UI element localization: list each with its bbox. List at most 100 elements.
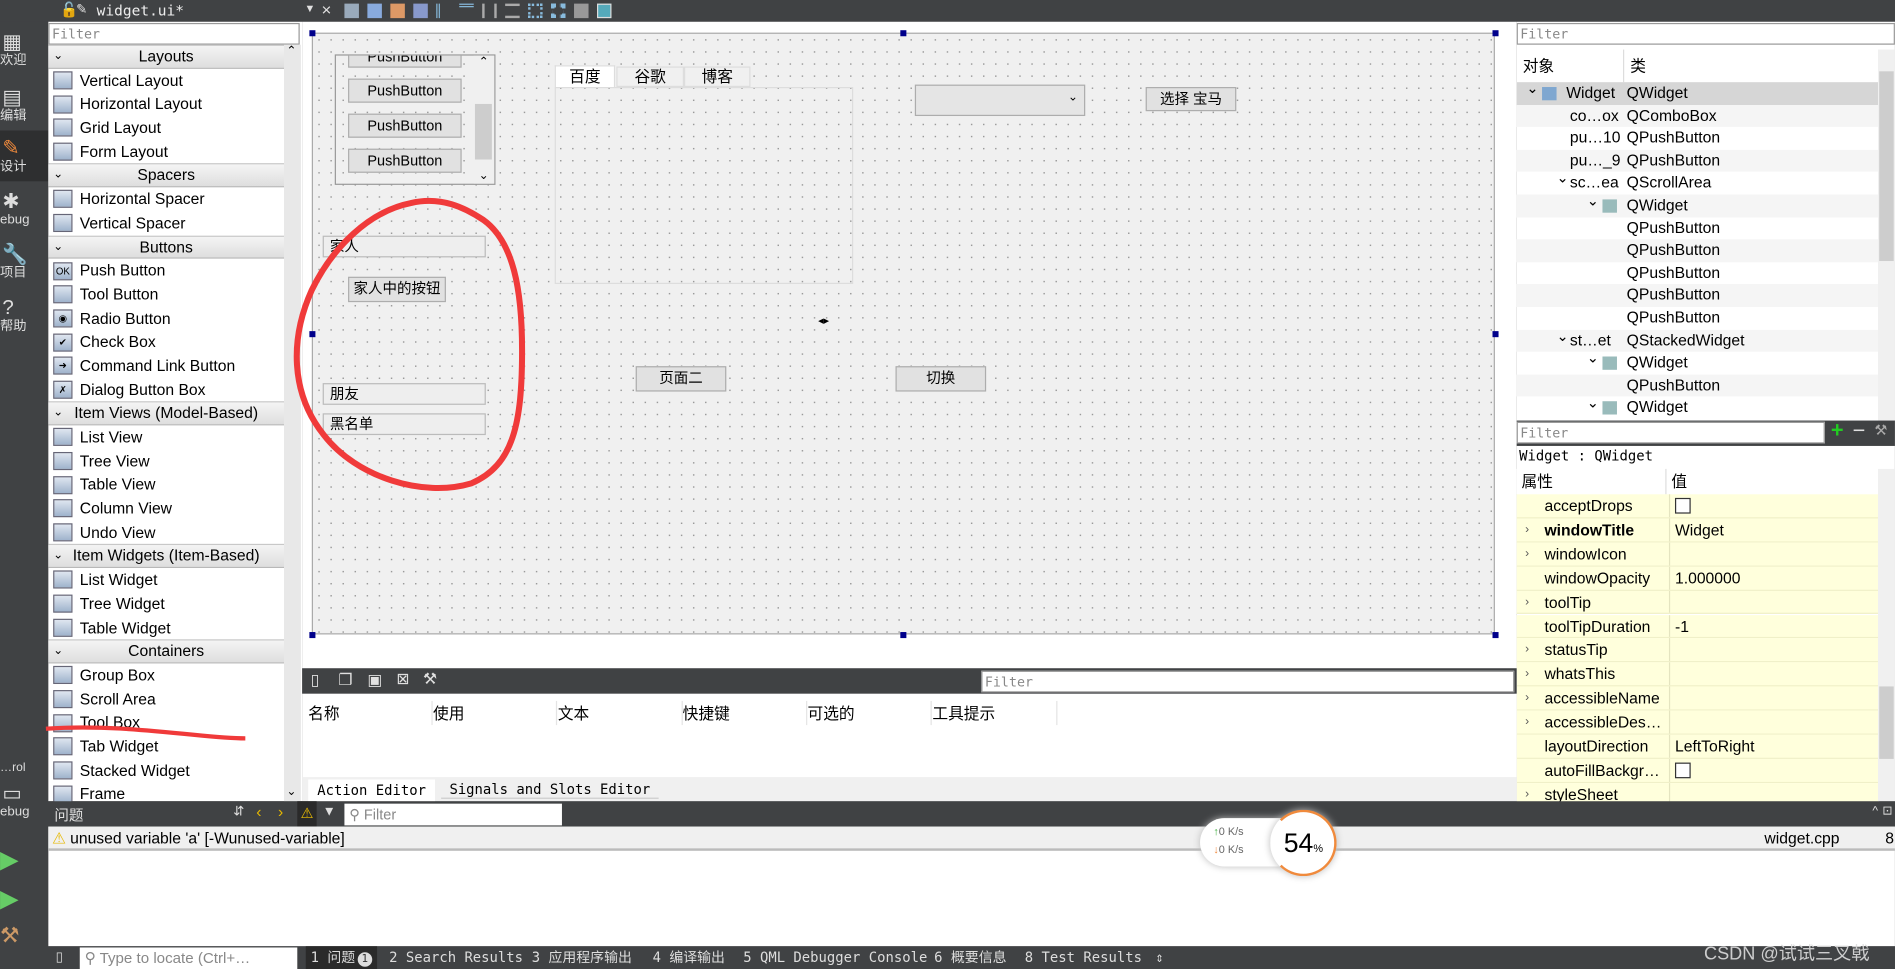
property-value[interactable] — [1668, 686, 1675, 710]
resize-handle[interactable] — [309, 632, 316, 639]
select-bmw-button[interactable]: 选择 宝马 — [1145, 87, 1237, 112]
widget-item-form-layout[interactable]: Form Layout — [48, 140, 284, 164]
sort-icon[interactable]: ⇵ — [233, 804, 244, 820]
widget-item-push-button[interactable]: OK Push Button — [48, 259, 284, 283]
output-tab-app-output[interactable]: 3 应用程序输出 — [532, 946, 632, 969]
object-tree-row[interactable]: ⌄ QWidget — [1516, 192, 1880, 218]
chevron-down-icon[interactable]: ⌄ — [1526, 77, 1538, 99]
mode-projects[interactable]: 🔧 项目 — [0, 244, 48, 281]
issue-row[interactable]: ⚠ unused variable 'a' [-Wunused-variable… — [48, 826, 1895, 851]
resize-handle[interactable] — [309, 30, 316, 37]
mode-edit[interactable]: ▤ 编辑 — [0, 86, 48, 123]
form-widget[interactable]: PushButton PushButton PushButton PushBut… — [311, 32, 1495, 635]
debug-run-button[interactable]: ▶ — [0, 887, 48, 911]
widget-item-tree-view[interactable]: Tree View — [48, 449, 284, 473]
object-tree-row[interactable]: QPushButton — [1516, 239, 1880, 262]
layout-v-splitter-icon[interactable] — [505, 3, 520, 19]
widget-item-vertical-spacer[interactable]: Vertical Spacer — [48, 211, 284, 235]
widget-category-buttons[interactable]: ⌄ Buttons — [48, 235, 284, 259]
kit-selector[interactable]: ▭ ebug — [0, 783, 48, 820]
property-row[interactable]: toolTipDuration -1 — [1516, 614, 1880, 639]
layout-h-splitter-icon[interactable] — [482, 3, 497, 19]
object-tree-row[interactable]: QPushButton — [1517, 262, 1880, 284]
widget-box-scrollbar[interactable]: ⌃ ⌄ — [283, 44, 301, 802]
scroll-area-scrollbar[interactable]: ⌃ ⌄ — [473, 55, 495, 184]
resize-handle[interactable] — [1492, 632, 1499, 639]
stacked-page-arrows[interactable]: ◂▸ — [818, 314, 829, 327]
chevron-right-icon[interactable]: › — [1525, 542, 1529, 566]
action-column-header[interactable]: 可选的 — [808, 700, 932, 726]
scroll-up-icon[interactable]: ⌃ — [286, 45, 296, 58]
resize-handle[interactable] — [1492, 30, 1499, 37]
widget-item-dialog-button-box[interactable]: ✗ Dialog Button Box — [48, 378, 284, 402]
tab-blog[interactable]: 博客 — [684, 66, 751, 88]
delete-action-icon[interactable]: ⊠ — [396, 670, 409, 689]
copy-action-icon[interactable]: ❐ — [338, 671, 352, 690]
scrollbar-thumb[interactable] — [1879, 686, 1894, 759]
widget-item-tool-button[interactable]: Tool Button — [48, 283, 284, 307]
chevron-down-icon[interactable]: ⌄ — [1557, 325, 1569, 347]
object-filter-input[interactable]: Filter — [1516, 22, 1895, 45]
property-row[interactable]: windowOpacity 1.000000 — [1516, 566, 1880, 591]
scroll-area[interactable]: PushButton PushButton PushButton PushBut… — [334, 54, 496, 185]
property-scrollbar[interactable] — [1878, 468, 1895, 802]
mode-debug[interactable]: ✱ ebug — [0, 190, 48, 227]
scrollbar-thumb[interactable] — [1879, 71, 1894, 262]
layout-grid-icon[interactable] — [551, 3, 566, 19]
property-row[interactable]: › windowIcon — [1516, 542, 1880, 567]
object-tree-row[interactable]: pu…_9 QPushButton — [1516, 149, 1880, 173]
widget-item-table-view[interactable]: Table View — [48, 473, 284, 497]
widget-item-list-widget[interactable]: List Widget — [48, 568, 284, 592]
widget-item-table-widget[interactable]: Table Widget — [48, 616, 284, 640]
property-value[interactable]: LeftToRight — [1668, 734, 1754, 758]
header-value[interactable]: 值 — [1665, 468, 1687, 495]
plus-icon[interactable]: + — [1831, 418, 1844, 443]
widget-item-tool-box[interactable]: Tool Box — [48, 711, 284, 735]
widget-item-command-link-button[interactable]: ➜ Command Link Button — [48, 354, 284, 378]
object-tree-row[interactable]: ⌄ QWidget — [1517, 349, 1880, 374]
widget-item-group-box[interactable]: Group Box — [48, 663, 284, 687]
checkbox[interactable] — [1674, 497, 1691, 514]
property-value[interactable] — [1668, 710, 1675, 734]
checkbox[interactable] — [1674, 762, 1691, 779]
family-inner-button[interactable]: 家人中的按钮 — [348, 276, 446, 303]
widget-item-grid-layout[interactable]: Grid Layout — [48, 116, 284, 140]
scroll-push-button-2[interactable]: PushButton — [348, 78, 462, 103]
scroll-push-button-4[interactable]: PushButton — [348, 148, 462, 173]
paste-action-icon[interactable]: ▣ — [367, 671, 382, 690]
toolbox-page-family[interactable]: 家人 — [322, 235, 486, 258]
property-value[interactable] — [1668, 638, 1675, 662]
scroll-down-icon[interactable]: ⌄ — [286, 786, 296, 799]
chevron-right-icon[interactable]: › — [1525, 639, 1529, 663]
action-column-header[interactable]: 工具提示 — [932, 700, 1057, 726]
next-icon[interactable]: › — [278, 802, 283, 820]
minus-icon[interactable]: − — [1853, 418, 1866, 443]
property-filter-input[interactable]: Filter — [1516, 421, 1825, 444]
property-row[interactable]: autoFillBackgr… — [1516, 758, 1880, 783]
mode-design[interactable]: ✎ 设计 — [0, 130, 49, 182]
object-tree-row[interactable]: QPushButton — [1516, 284, 1880, 307]
prev-icon[interactable]: ‹ — [256, 802, 261, 820]
mode-welcome[interactable]: ▦ 欢迎 — [0, 31, 48, 68]
widget-category-item-widgets-item-based-[interactable]: ⌄ Item Widgets (Item-Based) — [48, 544, 284, 569]
property-row[interactable]: layoutDirection LeftToRight — [1516, 734, 1880, 759]
widget-item-scroll-area[interactable]: Scroll Area — [48, 687, 284, 711]
widget-item-horizontal-spacer[interactable]: Horizontal Spacer — [48, 187, 284, 211]
property-value[interactable]: -1 — [1668, 614, 1689, 638]
widget-filter-input[interactable]: Filter — [48, 22, 300, 45]
edit-tab-order-icon[interactable] — [413, 3, 428, 19]
property-row[interactable]: › accessibleDes… — [1516, 710, 1880, 735]
edit-buddies-icon[interactable] — [390, 3, 405, 19]
widget-item-column-view[interactable]: Column View — [48, 497, 284, 521]
resize-handle[interactable] — [900, 632, 907, 639]
chevron-right-icon[interactable]: › — [1525, 711, 1529, 735]
more-tabs-button[interactable]: ⇕ — [1155, 946, 1163, 969]
filter-icon[interactable]: ▼ — [323, 805, 336, 820]
object-tree-row[interactable]: QPushButton — [1517, 217, 1880, 239]
property-row[interactable]: › statusTip — [1516, 638, 1880, 663]
scroll-push-button-1[interactable]: PushButton — [348, 55, 462, 68]
tab-google[interactable]: 谷歌 — [616, 66, 685, 88]
target-selector[interactable]: …rol — [0, 761, 48, 776]
toolbox-page-blacklist[interactable]: 黑名单 — [322, 413, 486, 436]
object-tree-row[interactable]: pu…10 QPushButton — [1517, 127, 1880, 149]
